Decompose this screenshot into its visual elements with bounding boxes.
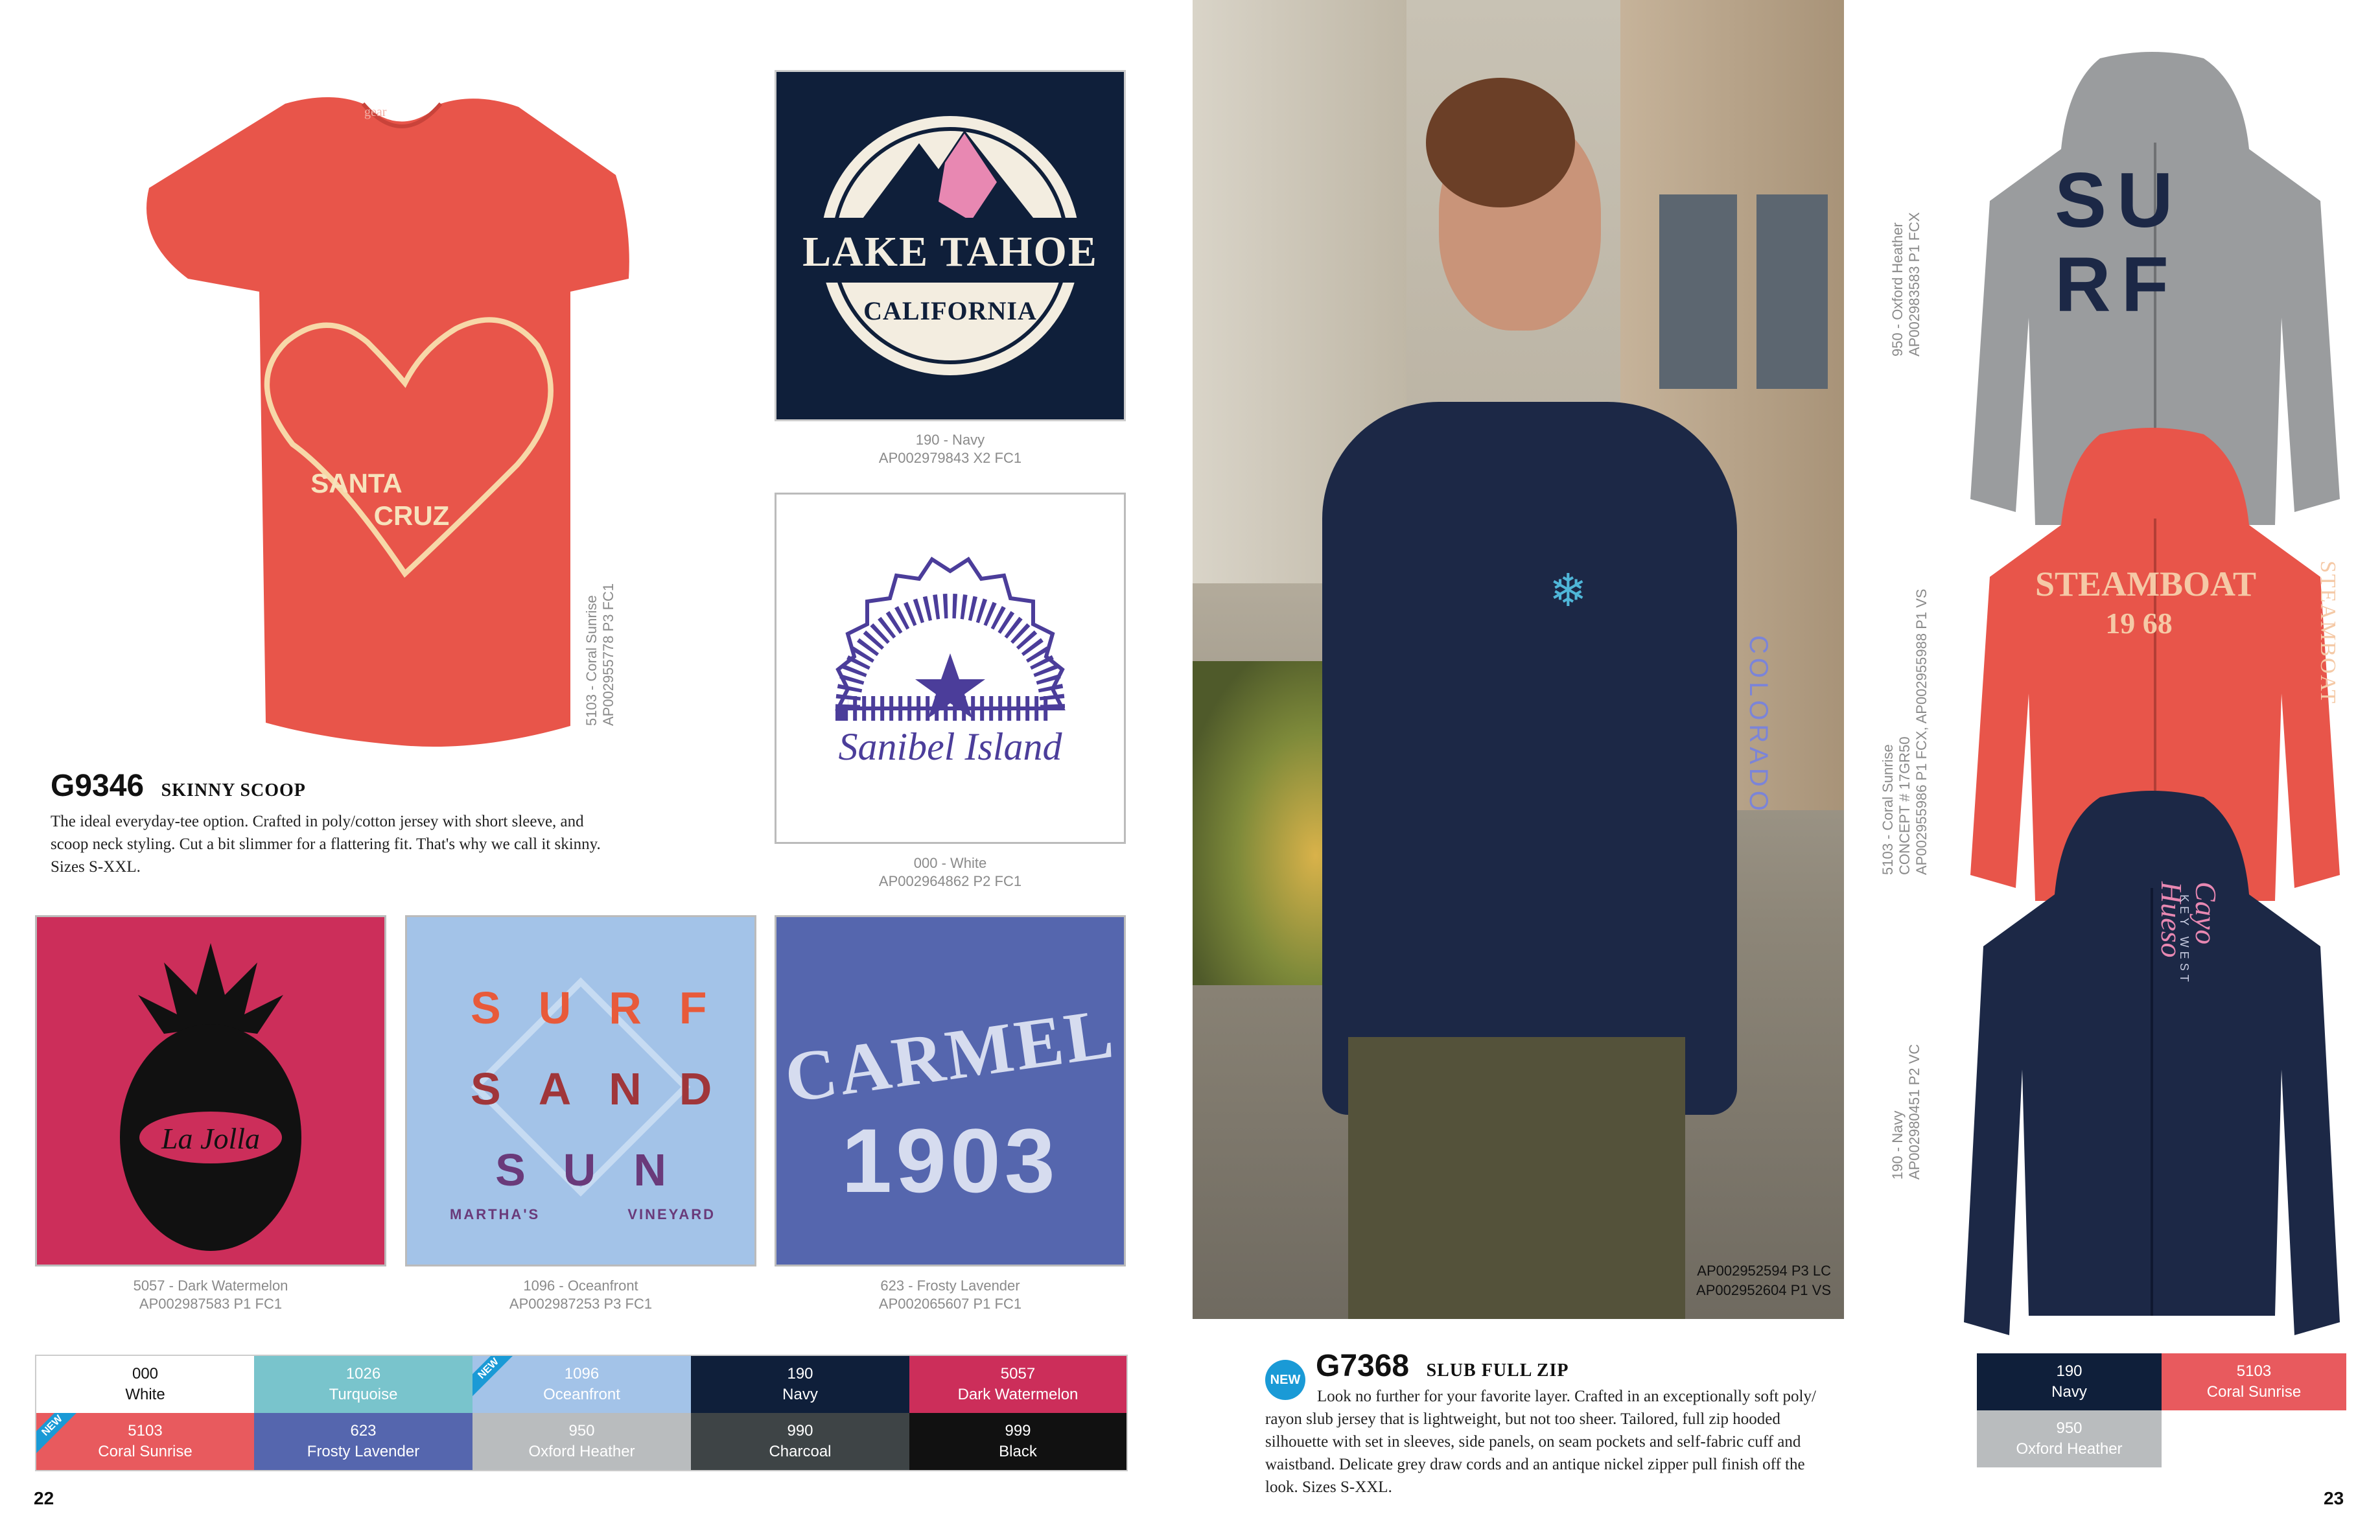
key-west-line2: KEY WEST	[2178, 894, 2191, 986]
swatch-5057-dark-watermelon: 5057 Dark Watermelon	[909, 1356, 1126, 1413]
swatch-950-oxford-heather: 950 Oxford Heather	[472, 1413, 691, 1470]
photo-snowflake-icon: ❄	[1549, 565, 1587, 616]
design-la-jolla-caption: 5057 - Dark Watermelon AP002987583 P1 FC…	[133, 1278, 288, 1312]
lake-tahoe-line1: LAKE TAHOE	[802, 228, 1098, 275]
design-sanibel-island: Sanibel Island	[775, 493, 1126, 844]
swatch-5103-coral-sunrise-right: 5103 Coral Sunrise	[2162, 1353, 2346, 1410]
tee-body	[146, 97, 629, 747]
swatch-000-white: 000 White	[36, 1356, 254, 1413]
product-title-g7368: G7368 SLUB FULL ZIP	[1316, 1348, 1569, 1384]
photo-model-pants	[1348, 1037, 1685, 1319]
lifestyle-photo: COLORADO ❄ AP002952594 P3 LC AP002952604…	[1193, 0, 1844, 1319]
mv-line1: SURF	[471, 983, 745, 1033]
swatch-990-charcoal: 990 Charcoal	[691, 1413, 909, 1470]
design-lake-tahoe-caption: 190 - Navy AP002979843 X2 FC1	[878, 432, 1022, 466]
steamboat-sleeve-text: STEAMBOAT	[2316, 561, 2340, 705]
lake-tahoe-line2: CALIFORNIA	[863, 296, 1037, 325]
photo-model-hair	[1426, 78, 1575, 207]
heart-text-santa: SANTA	[310, 468, 402, 498]
sanibel-line1: Sanibel Island	[838, 725, 1062, 768]
page-number-right: 23	[2324, 1488, 2344, 1508]
product-name: SLUB FULL ZIP	[1426, 1360, 1569, 1381]
product-description-g9346: The ideal everyday-tee option. Crafted i…	[51, 813, 601, 876]
photo-caption: AP002952594 P3 LC AP002952604 P1 VS	[1696, 1263, 1831, 1298]
swatch-5103-coral-sunrise: NEW 5103 Coral Sunrise	[36, 1413, 254, 1470]
swatch-1026-turquoise: 1026 Turquoise	[254, 1356, 472, 1413]
sanibel-art	[835, 556, 1066, 721]
product-description-g7368: Look no further for your favorite layer.…	[1265, 1388, 1816, 1496]
product-image-skinny-scoop-tee: SANTA CRUZ gear	[123, 78, 642, 765]
surf-line2: RF	[2055, 241, 2179, 328]
swatch-1096-oceanfront: NEW 1096 Oceanfront	[472, 1356, 691, 1413]
hoodie-steamboat-caption: 5103 - Coral Sunrise CONCEPT # 17GR50 AP…	[1880, 589, 1930, 875]
design-carmel: CARMEL 1903	[775, 915, 1126, 1266]
steamboat-line1: STEAMBOAT	[2035, 565, 2257, 603]
la-jolla-line1: La Jolla	[161, 1122, 261, 1155]
photo-model-hoodie	[1322, 402, 1737, 1115]
tee-illustration: SANTA CRUZ	[146, 97, 629, 747]
page-number-left: 22	[34, 1488, 54, 1508]
hoodie-key-west: Cayo Hueso KEY WEST	[1944, 784, 2359, 1355]
design-carmel-caption: 623 - Frosty Lavender AP002065607 P1 FC1	[878, 1278, 1022, 1312]
steamboat-line2: 19 68	[2105, 607, 2173, 640]
mv-line5: VINEYARD	[627, 1206, 716, 1222]
photo-window-1	[1659, 194, 1737, 389]
brand-label: gear	[364, 105, 387, 119]
hoodie-key-west-caption: 190 - Navy AP002980451 P2 VC	[1889, 1044, 1922, 1180]
surf-line1: SU	[2055, 157, 2184, 244]
product-name: SKINNY SCOOP	[161, 780, 306, 800]
product-code: G9346	[51, 769, 145, 803]
design-sanibel-caption: 000 - White AP002964862 P2 FC1	[878, 855, 1022, 889]
design-marthas-vineyard: SURF SAND SUN MARTHA'S VINEYARD	[405, 915, 756, 1266]
mv-line3: SUN	[495, 1145, 704, 1195]
design-marthas-vineyard-caption: 1096 - Oceanfront AP002987253 P3 FC1	[509, 1278, 653, 1312]
swatch-623-frosty-lavender: 623 Frosty Lavender	[254, 1413, 472, 1470]
product-code: G7368	[1316, 1349, 1410, 1383]
carmel-line1: CARMEL	[780, 992, 1121, 1118]
product-title-g9346: G9346 SKINNY SCOOP	[51, 768, 306, 804]
tee-caption: 5103 - Coral Sunrise AP002955778 P3 FC1	[583, 583, 616, 726]
photo-window-2	[1756, 194, 1828, 389]
photo-sleeve-text: COLORADO	[1744, 635, 1773, 815]
carmel-line2: 1903	[841, 1110, 1059, 1211]
hoodie-key-west-shape	[1964, 791, 2340, 1335]
swatch-950-oxford-heather-right: 950 Oxford Heather	[1977, 1410, 2162, 1467]
design-la-jolla: La Jolla	[35, 915, 386, 1266]
mv-line2: SAND	[471, 1064, 750, 1114]
hoodie-surf-caption: 950 - Oxford Heather AP002983583 P1 FCX	[1889, 212, 1922, 356]
design-lake-tahoe: LAKE TAHOE CALIFORNIA	[775, 70, 1126, 421]
swatch-999-black: 999 Black	[909, 1413, 1126, 1470]
swatch-190-navy-right: 190 Navy	[1977, 1353, 2162, 1410]
mv-line4: MARTHA'S	[450, 1206, 541, 1222]
swatch-190-navy: 190 Navy	[691, 1356, 909, 1413]
heart-text-cruz: CRUZ	[374, 500, 450, 531]
pineapple-art	[120, 943, 301, 1251]
